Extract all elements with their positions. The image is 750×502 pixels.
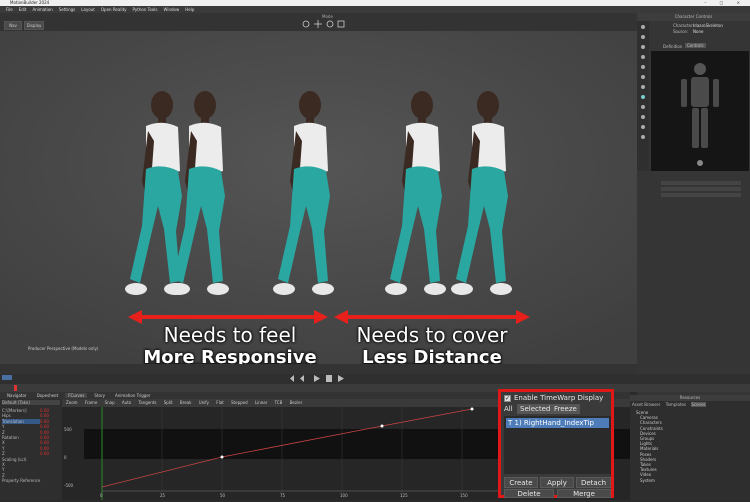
x-label: 100: [340, 493, 348, 498]
character-label: Character:: [673, 23, 695, 28]
timewarp-list[interactable]: T 1) RightHand_IndexTip: [504, 416, 611, 474]
tool-break[interactable]: Break: [180, 400, 192, 405]
tab-scenes[interactable]: Scenes: [691, 402, 706, 407]
tool-icons-icon[interactable]: [637, 21, 649, 171]
character-value[interactable]: IdaaroSkeleton: [693, 23, 723, 28]
panel-header: Character Controls: [637, 13, 750, 21]
tab-selected[interactable]: Selected: [517, 404, 554, 414]
y-label-bot: -500: [64, 483, 74, 488]
tab-story[interactable]: Story: [91, 393, 108, 398]
tool-zoom[interactable]: Zoom: [66, 400, 78, 405]
character-figure-view[interactable]: [651, 51, 749, 171]
x-label: 75: [280, 493, 286, 498]
character-controls-panel: Character Controls Character: IdaaroSkel…: [637, 13, 750, 395]
tab-controls[interactable]: Controls: [685, 43, 706, 48]
tool-tangents[interactable]: Tangents: [139, 400, 157, 405]
y-label-top: 500: [64, 427, 72, 432]
property-list: C:\[Markers] Hips Translation Y Z Rotati…: [2, 408, 41, 484]
apply-button[interactable]: Apply: [540, 477, 574, 488]
tool-strip: [637, 21, 649, 171]
menu-open-reality[interactable]: Open Reality: [101, 7, 127, 12]
camera-label: Producer Perspective (Models only): [28, 346, 99, 351]
x-label: 25: [160, 493, 166, 498]
tab-animation-trigger[interactable]: Animation Trigger: [112, 393, 153, 398]
tab-dopesheet[interactable]: Dopesheet: [34, 393, 62, 398]
tool-snap[interactable]: Snap: [105, 400, 115, 405]
tree-item[interactable]: Characters: [636, 420, 663, 425]
tool-frame[interactable]: Frame: [85, 400, 97, 405]
source-label: Source:: [673, 29, 689, 34]
tab-navigator[interactable]: Navigator: [4, 393, 30, 398]
timeline-bar[interactable]: [0, 384, 750, 392]
fcurve-navigator: Default (Take) C:\[Markers] Hips Transla…: [0, 399, 62, 500]
resource-tabs: Asset Browser Templates Scenes: [632, 402, 706, 407]
property-item[interactable]: Property Reference: [2, 478, 40, 483]
menu-help[interactable]: Help: [185, 7, 194, 12]
tool-tcb[interactable]: TCB: [275, 400, 283, 405]
x-label: 125: [400, 493, 408, 498]
transform-tools-icon[interactable]: [300, 19, 352, 29]
menu-layout[interactable]: Layout: [81, 7, 95, 12]
y-label-mid: 0: [64, 455, 67, 460]
record-mode-button[interactable]: [2, 375, 12, 380]
tool-stepped[interactable]: Stepped: [231, 400, 248, 405]
enable-timewarp-label: Enable TimeWarp Display: [514, 394, 604, 402]
slider-1[interactable]: [661, 181, 741, 185]
timewarp-list-item[interactable]: T 1) RightHand_IndexTip: [506, 418, 609, 428]
caption-needs-to-feel: Needs to feel: [163, 323, 297, 347]
tab-definition[interactable]: Definition: [663, 44, 682, 49]
tab-fcurves[interactable]: FCurves: [65, 393, 88, 398]
tab-asset-browser[interactable]: Asset Browser: [632, 402, 660, 407]
tool-unify[interactable]: Unify: [199, 400, 209, 405]
delete-button[interactable]: Delete: [504, 489, 554, 498]
merge-button[interactable]: Merge: [557, 489, 611, 498]
enable-timewarp-checkbox[interactable]: ✓: [504, 395, 511, 402]
display-button[interactable]: Display: [24, 21, 44, 30]
menu-window[interactable]: Window: [164, 7, 180, 12]
tab-all[interactable]: All: [504, 405, 513, 413]
take-dropdown[interactable]: Default (Take): [2, 400, 60, 405]
menu-animation[interactable]: Animation: [32, 7, 52, 12]
x-label: 0: [100, 493, 103, 498]
tree-item[interactable]: System: [636, 478, 663, 483]
x-label: 50: [220, 493, 226, 498]
body-silhouette-icon: [681, 63, 719, 166]
tool-bezier[interactable]: Bezier: [290, 400, 303, 405]
viewer-toolbar: Nav Display Mode: [0, 13, 640, 31]
slider-3[interactable]: [661, 193, 741, 197]
timeline-cursor[interactable]: [14, 385, 17, 391]
value-cell[interactable]: 0.00: [40, 424, 49, 429]
create-button[interactable]: Create: [504, 477, 538, 488]
playback-buttons-icon[interactable]: [290, 374, 350, 383]
detach-button[interactable]: Detach: [576, 477, 611, 488]
viewport[interactable]: Needs to feel More Responsive Needs to c…: [0, 31, 637, 368]
resources-panel: Resources Asset Browser Templates Scenes…: [630, 395, 750, 500]
value-cell[interactable]: 0.00: [40, 451, 49, 456]
tool-flat[interactable]: Flat: [216, 400, 223, 405]
caption-needs-to-cover: Needs to cover: [356, 323, 508, 347]
menu-python-tools[interactable]: Python Tools: [133, 7, 158, 12]
nav-button[interactable]: Nav: [4, 21, 22, 30]
scene-tree: Scene Cameras Characters Constraints Dev…: [636, 410, 663, 483]
viewport-status-bar: Producer Perspective (Models only): [0, 346, 637, 374]
menu-file[interactable]: File: [6, 7, 13, 12]
tool-auto[interactable]: Auto: [122, 400, 131, 405]
menu-edit[interactable]: Edit: [19, 7, 27, 12]
tab-templates[interactable]: Templates: [666, 402, 686, 407]
menu-bar: File Edit Animation Settings Layout Open Real…: [0, 6, 750, 13]
tab-freeze[interactable]: Freeze: [551, 404, 580, 414]
source-value[interactable]: None: [693, 29, 703, 34]
menu-settings[interactable]: Settings: [59, 7, 75, 12]
slider-2[interactable]: [661, 187, 741, 191]
walk-cycle-figures: [0, 31, 637, 364]
resources-header: Resources: [630, 395, 750, 401]
tool-split[interactable]: Split: [164, 400, 173, 405]
value-list: 0.00 0.00 0.00 0.00 0.00 0.00 0.00 0.00 0.00: [40, 408, 49, 457]
tool-linear[interactable]: Linear: [255, 400, 267, 405]
x-label: 150: [460, 493, 468, 498]
timewarp-panel: ✓ Enable TimeWarp Display All Selected F…: [498, 389, 614, 498]
